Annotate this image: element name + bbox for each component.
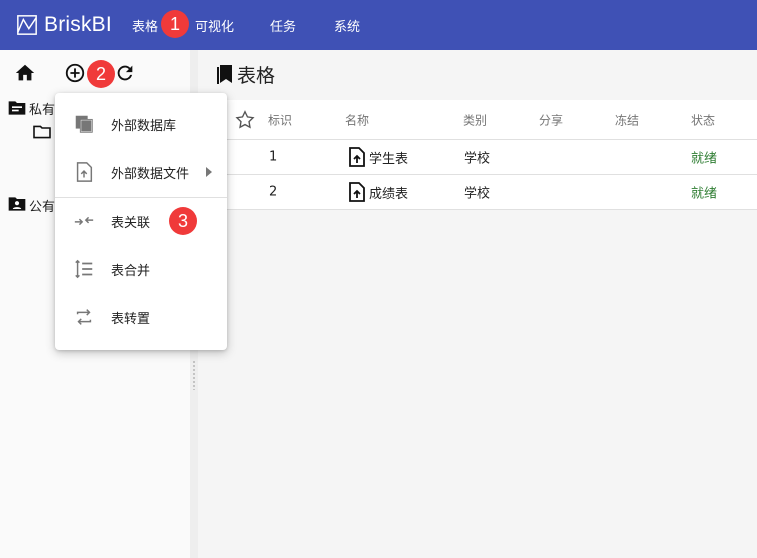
swap-icon — [76, 309, 92, 325]
step-badge-3: 3 — [169, 207, 197, 235]
file-upload-icon — [349, 182, 365, 202]
step-badge-2: 2 — [87, 60, 115, 88]
folder-icon[interactable] — [32, 124, 52, 140]
row-name-text: 学生表 — [369, 151, 409, 167]
column-header-category[interactable]: 类别 — [463, 111, 487, 128]
row-name[interactable]: 成绩表 — [348, 182, 408, 202]
app-bar: BriskBI 表格 可视化 任务 系统 — [0, 0, 757, 50]
app-logo[interactable]: BriskBI — [16, 13, 112, 37]
menu-item-table-transpose[interactable]: 表转置 — [55, 293, 227, 341]
table-row[interactable]: 2 成绩表 学校 就绪 — [210, 175, 757, 210]
column-header-status[interactable]: 状态 — [691, 111, 715, 128]
home-icon[interactable] — [14, 62, 36, 84]
menu-item-table-union[interactable]: 表合并 — [55, 245, 227, 293]
menu-item-external-file[interactable]: 外部数据文件 — [55, 148, 227, 196]
menu-label: 表合并 — [111, 263, 151, 279]
menu-label: 表转置 — [111, 311, 151, 327]
column-header-share[interactable]: 分享 — [539, 111, 563, 128]
vertical-list-icon — [75, 259, 93, 279]
tree-public-label[interactable]: 公有 — [29, 196, 55, 215]
file-upload-icon — [349, 147, 365, 167]
refresh-icon[interactable] — [114, 62, 136, 84]
add-circle-icon[interactable] — [64, 62, 86, 84]
nav-tasks[interactable]: 任务 — [270, 16, 296, 35]
bookmark-icon — [217, 65, 232, 84]
star-icon[interactable] — [234, 109, 256, 131]
menu-label: 外部数据文件 — [111, 166, 190, 182]
row-id: 1 — [269, 149, 278, 165]
merge-arrows-icon — [74, 216, 94, 226]
page-title: 表格 — [237, 65, 276, 87]
row-status: 就绪 — [691, 151, 718, 167]
private-folder-icon[interactable] — [7, 99, 27, 117]
row-name-text: 成绩表 — [369, 186, 409, 202]
column-header-frozen[interactable]: 冻结 — [615, 111, 639, 128]
nav-system[interactable]: 系统 — [334, 16, 360, 35]
tables-list: 标识 名称 类别 分享 冻结 状态 1 学生表 学校 就绪 2 成绩表 学校 就… — [210, 100, 757, 210]
menu-item-external-database[interactable]: 外部数据库 — [55, 100, 227, 148]
app-name: BriskBI — [44, 13, 112, 36]
add-menu: 外部数据库 外部数据文件 表关联 表合并 表转置 — [55, 93, 227, 350]
row-category: 学校 — [464, 186, 491, 202]
table-header: 标识 名称 类别 分享 冻结 状态 — [210, 100, 757, 140]
nav-tables[interactable]: 表格 — [132, 16, 158, 35]
copy-icon — [75, 115, 93, 133]
chart-logo-icon — [17, 15, 37, 35]
row-name[interactable]: 学生表 — [348, 147, 408, 167]
tree-private-label[interactable]: 私有 — [29, 99, 55, 118]
nav-visualization[interactable]: 可视化 — [195, 16, 234, 35]
public-folder-icon[interactable] — [7, 195, 27, 213]
row-category: 学校 — [464, 151, 491, 167]
file-upload-icon — [76, 162, 93, 182]
menu-label: 外部数据库 — [111, 118, 177, 134]
table-row[interactable]: 1 学生表 学校 就绪 — [210, 140, 757, 175]
column-header-name[interactable]: 名称 — [345, 111, 369, 128]
menu-label: 表关联 — [111, 215, 151, 231]
row-status: 就绪 — [691, 186, 718, 202]
submenu-arrow-icon — [206, 167, 212, 177]
step-badge-1: 1 — [161, 10, 189, 38]
splitter-grip[interactable] — [192, 360, 196, 390]
column-header-id[interactable]: 标识 — [268, 111, 292, 128]
menu-item-table-join[interactable]: 表关联 — [55, 197, 227, 245]
row-id: 2 — [269, 184, 278, 200]
